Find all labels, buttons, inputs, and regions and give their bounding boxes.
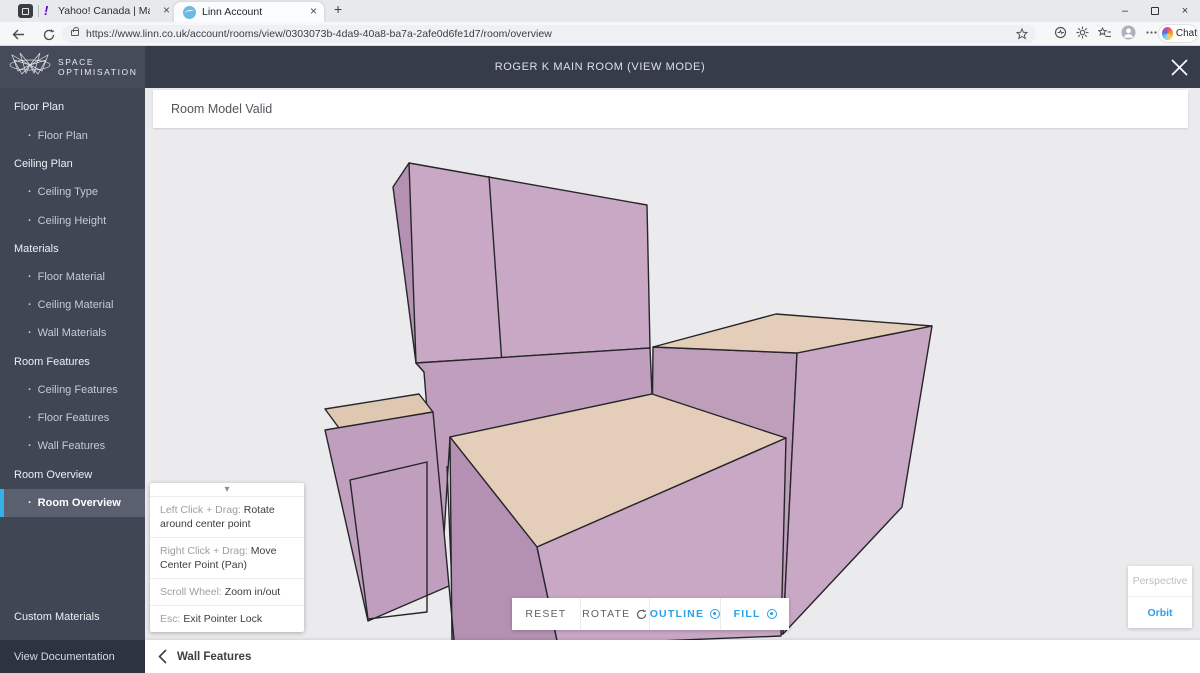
back-link[interactable]: Wall Features: [177, 651, 251, 663]
restore-button[interactable]: [1140, 0, 1170, 22]
radio-selected-icon: [710, 609, 720, 619]
profile-avatar[interactable]: [1121, 25, 1136, 45]
refresh-icon[interactable]: [40, 26, 57, 43]
sidebar-item-ceiling-material[interactable]: Ceiling Material: [0, 291, 145, 319]
back-icon[interactable]: [10, 26, 27, 43]
browser-toolbar: https://www.linn.co.uk/account/rooms/vie…: [0, 22, 1200, 46]
tab-yahoo[interactable]: ! Yahoo! Canada | Mail, Weather, Se ×: [42, 0, 170, 22]
window-controls: – ×: [1110, 0, 1200, 22]
fill-toggle-button[interactable]: FILL: [720, 598, 789, 630]
url-text[interactable]: https://www.linn.co.uk/account/rooms/vie…: [86, 28, 552, 40]
address-bar[interactable]: https://www.linn.co.uk/account/rooms/vie…: [62, 25, 1036, 43]
sidebar-item-ceiling-features[interactable]: Ceiling Features: [0, 376, 145, 404]
sidebar-item-floor-features[interactable]: Floor Features: [0, 404, 145, 432]
yahoo-favicon-icon: !: [44, 3, 56, 18]
orbit-button[interactable]: Orbit: [1128, 597, 1192, 628]
help-row: Scroll Wheel: Zoom in/out: [150, 578, 304, 605]
collapse-caret-icon[interactable]: ▾: [150, 483, 304, 496]
sidebar-item-room-overview[interactable]: Room Overview: [0, 489, 145, 517]
copilot-icon: [1162, 27, 1173, 40]
tab-linn-account[interactable]: Linn Account ×: [173, 1, 325, 22]
room-wall-face-slab-upper: [409, 163, 650, 363]
sidebar-section-room-overview: Room Overview: [0, 461, 145, 489]
radio-selected-icon: [767, 609, 777, 619]
bottom-navigation-bar: Wall Features: [145, 640, 1200, 673]
sidebar-item-wall-materials[interactable]: Wall Materials: [0, 319, 145, 347]
close-view-button[interactable]: [1168, 56, 1190, 78]
room-wall-face-left-box-front: [325, 412, 449, 621]
sidebar-item-wall-features[interactable]: Wall Features: [0, 432, 145, 460]
sidebar-section-room-features: Room Features: [0, 348, 145, 376]
minimize-button[interactable]: –: [1110, 0, 1140, 22]
browser-titlebar: ! Yahoo! Canada | Mail, Weather, Se × Li…: [0, 0, 1200, 22]
collections-icon[interactable]: [1098, 26, 1112, 44]
room-title: ROGER K MAIN ROOM (VIEW MODE): [0, 46, 1200, 88]
rotate-icon: [636, 609, 647, 620]
rotate-button[interactable]: ROTATE: [580, 598, 649, 630]
sidebar-section-materials: Materials: [0, 235, 145, 263]
space-optimisation-header: SPACE OPTIMISATION ROGER K MAIN ROOM (VI…: [0, 46, 1200, 88]
lock-icon: [71, 30, 79, 36]
tab-close-icon[interactable]: ×: [310, 4, 317, 18]
sidebar-item-floor-plan[interactable]: Floor Plan: [0, 122, 145, 150]
browser-essentials-icon[interactable]: [1054, 26, 1067, 44]
browser-window: ! Yahoo! Canada | Mail, Weather, Se × Li…: [0, 0, 1200, 673]
help-row: Left Click + Drag: Rotate around center …: [150, 496, 304, 537]
help-row: Right Click + Drag: Move Center Point (P…: [150, 537, 304, 578]
viewer-toolbar: RESET ROTATE OUTLINE FILL: [512, 598, 789, 630]
controls-help-panel: ▾ Left Click + Drag: Rotate around cente…: [150, 483, 304, 632]
sidebar-item-floor-material[interactable]: Floor Material: [0, 263, 145, 291]
tab-title: Yahoo! Canada | Mail, Weather, Se: [58, 5, 150, 17]
restore-icon: [1151, 7, 1159, 15]
outline-toggle-button[interactable]: OUTLINE: [649, 598, 720, 630]
perspective-button[interactable]: Perspective: [1128, 566, 1192, 597]
main-content: Room Model Valid ▾ Left Click + Drag: Ro…: [145, 88, 1200, 673]
status-banner: Room Model Valid: [153, 90, 1188, 128]
status-banner-text: Room Model Valid: [171, 102, 272, 116]
back-chevron-icon[interactable]: [158, 649, 167, 664]
sidebar-item-custom-materials[interactable]: Custom Materials: [0, 603, 145, 631]
help-row: Esc: Exit Pointer Lock: [150, 605, 304, 632]
sidebar: Floor Plan Floor Plan Ceiling Plan Ceili…: [0, 88, 145, 673]
workspaces-icon[interactable]: [18, 4, 33, 18]
camera-mode-panel: Perspective Orbit: [1128, 566, 1192, 628]
more-menu-icon[interactable]: [1145, 26, 1158, 44]
tab-title: Linn Account: [202, 6, 262, 18]
tab-divider: [38, 5, 39, 17]
extensions-icon[interactable]: [1076, 26, 1089, 44]
room-wall-face-right-box-front: [783, 326, 932, 634]
tab-close-icon[interactable]: ×: [163, 3, 170, 17]
copilot-chat-button[interactable]: Chat: [1158, 24, 1198, 43]
sidebar-item-ceiling-type[interactable]: Ceiling Type: [0, 178, 145, 206]
sidebar-item-ceiling-height[interactable]: Ceiling Height: [0, 207, 145, 235]
linn-favicon-icon: [183, 6, 196, 19]
new-tab-button[interactable]: +: [334, 1, 342, 17]
sidebar-section-floor-plan: Floor Plan: [0, 93, 145, 121]
sidebar-section-ceiling-plan: Ceiling Plan: [0, 150, 145, 178]
window-close-button[interactable]: ×: [1170, 0, 1200, 22]
sidebar-item-view-documentation[interactable]: View Documentation: [0, 640, 145, 673]
reset-button[interactable]: RESET: [512, 598, 580, 630]
favorite-star-icon[interactable]: [1016, 27, 1028, 45]
